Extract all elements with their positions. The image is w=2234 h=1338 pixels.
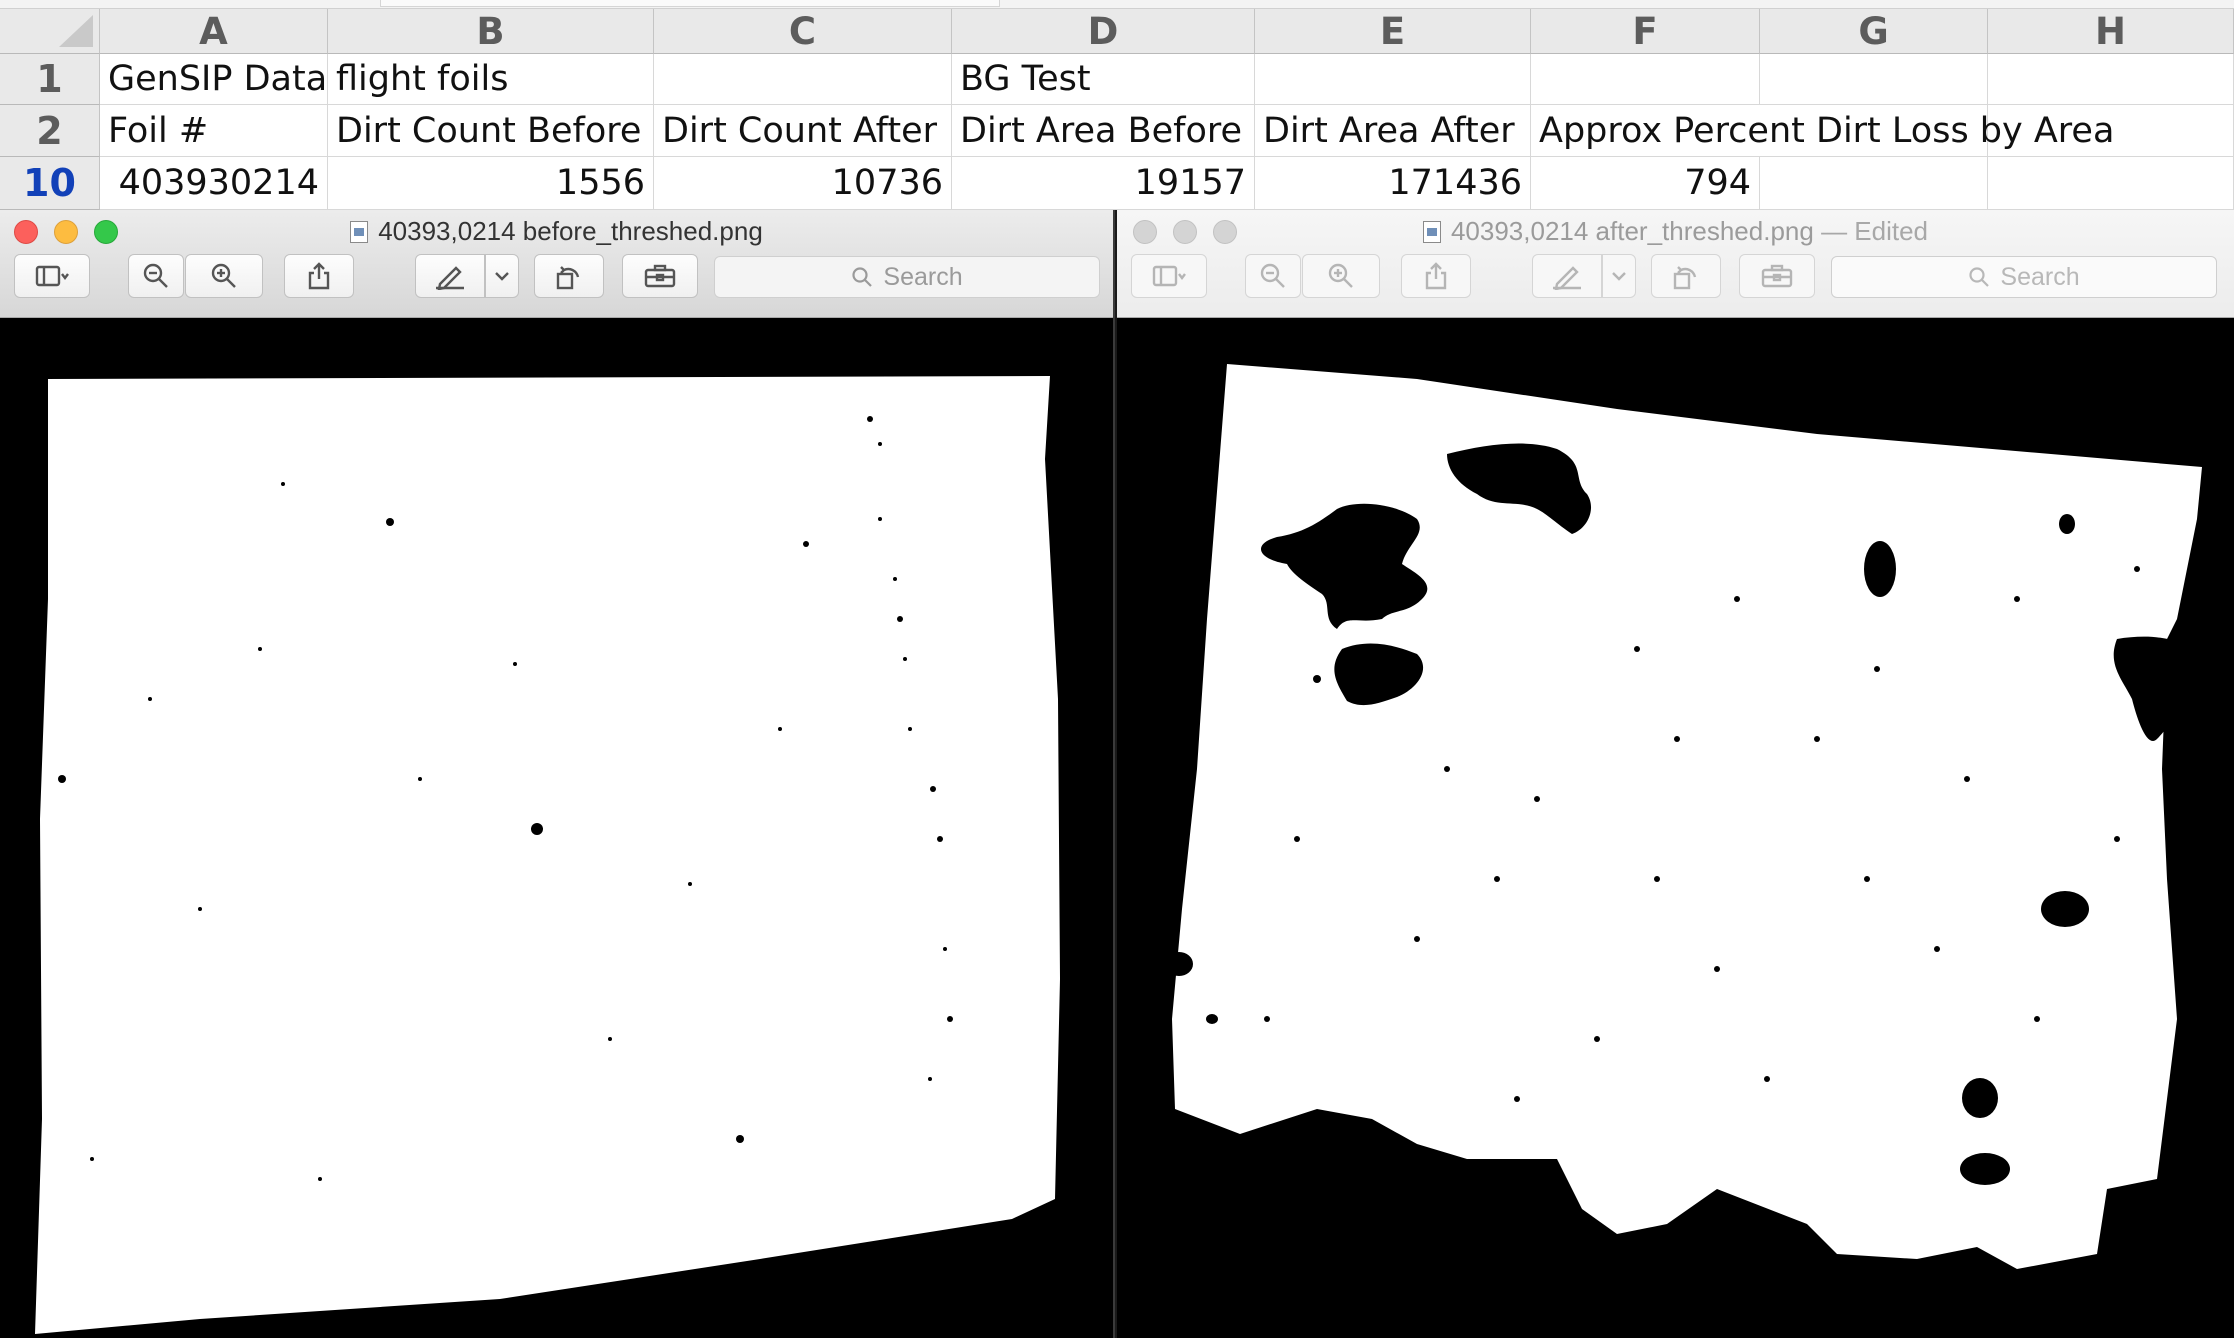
- cell-c10[interactable]: 10736: [654, 157, 952, 210]
- search-icon: [1969, 267, 1990, 287]
- cell-h1[interactable]: [1988, 54, 2234, 105]
- cell-a1[interactable]: GenSIP Data: [100, 54, 328, 105]
- share-icon: [308, 262, 330, 290]
- cell-e10[interactable]: 171436: [1255, 157, 1531, 210]
- image-canvas-after: [1117, 319, 2234, 1338]
- column-header-f[interactable]: F: [1531, 9, 1760, 54]
- window-titlebar[interactable]: 40393,0214 before_threshed.png Search: [0, 210, 1113, 318]
- spreadsheet: A B C D E F G H 1 GenSIP Data flight foi…: [0, 0, 2234, 210]
- window-title-text: 40393,0214 before_threshed.png: [378, 216, 763, 246]
- toolbox-icon: [1761, 264, 1793, 288]
- thresholded-foil-image-after: [1117, 319, 2234, 1338]
- zoom-out-button[interactable]: [1245, 254, 1301, 298]
- toolbox-button[interactable]: [622, 254, 698, 298]
- column-header-a[interactable]: A: [100, 9, 328, 54]
- search-field[interactable]: Search: [1831, 256, 2217, 298]
- rotate-button[interactable]: [1651, 254, 1721, 298]
- zoom-in-icon: [211, 263, 236, 288]
- row-header-10[interactable]: 10: [0, 157, 100, 210]
- chevron-down-icon: [495, 272, 509, 281]
- png-document-icon: [1422, 221, 1441, 243]
- search-placeholder: Search: [2000, 262, 2080, 291]
- window-titlebar[interactable]: 40393,0214 after_threshed.png — Edited S…: [1117, 210, 2234, 318]
- cell-c1[interactable]: [654, 54, 952, 105]
- markup-button[interactable]: [415, 254, 485, 298]
- search-placeholder: Search: [883, 262, 963, 291]
- chevron-down-icon: [1612, 272, 1626, 281]
- cell-g1[interactable]: [1760, 54, 1988, 105]
- search-icon: [852, 267, 873, 287]
- cell-d10[interactable]: 19157: [952, 157, 1255, 210]
- markup-pen-icon: [1553, 266, 1581, 290]
- cell-a10[interactable]: 403930214: [100, 157, 328, 210]
- search-field[interactable]: Search: [714, 256, 1100, 298]
- cell-a2[interactable]: Foil #: [100, 105, 328, 157]
- zoom-in-button[interactable]: [185, 254, 263, 298]
- markup-button[interactable]: [1532, 254, 1602, 298]
- share-icon: [1425, 262, 1447, 290]
- select-all-triangle-icon: [59, 15, 93, 47]
- column-header-d[interactable]: D: [952, 9, 1255, 54]
- thresholded-foil-image-before: [0, 319, 1113, 1338]
- sheet-top-strip: [0, 0, 2234, 9]
- cell-d1[interactable]: BG Test: [952, 54, 1255, 105]
- column-header-h[interactable]: H: [1988, 9, 2234, 54]
- cell-c2[interactable]: Dirt Count After: [654, 105, 952, 157]
- sidebar-toggle-button[interactable]: [14, 254, 90, 298]
- toolbox-button[interactable]: [1739, 254, 1815, 298]
- sidebar-toggle-button[interactable]: [1131, 254, 1207, 298]
- edited-indicator: — Edited: [1821, 216, 1929, 246]
- cell-b2[interactable]: Dirt Count Before: [328, 105, 654, 157]
- row-header-1[interactable]: 1: [0, 54, 100, 105]
- cell-d2[interactable]: Dirt Area Before: [952, 105, 1255, 157]
- zoom-out-icon: [143, 263, 168, 288]
- zoom-out-icon: [1260, 263, 1285, 288]
- sheet-tab-edge: [380, 0, 1000, 7]
- markup-menu-button[interactable]: [1602, 254, 1636, 298]
- row-header-2[interactable]: 2: [0, 105, 100, 157]
- preview-window-after: 40393,0214 after_threshed.png — Edited S…: [1117, 210, 2234, 1338]
- png-document-icon: [350, 221, 369, 243]
- cell-b1[interactable]: flight foils: [328, 54, 654, 105]
- cell-g10[interactable]: [1760, 157, 1988, 210]
- share-button[interactable]: [284, 254, 354, 298]
- column-header-e[interactable]: E: [1255, 9, 1531, 54]
- sidebar-icon: [1152, 265, 1186, 287]
- column-header-b[interactable]: B: [328, 9, 654, 54]
- share-button[interactable]: [1401, 254, 1471, 298]
- window-title: 40393,0214 after_threshed.png — Edited: [1117, 216, 2234, 247]
- cell-f1[interactable]: [1531, 54, 1760, 105]
- select-all-corner[interactable]: [0, 9, 100, 54]
- window-title: 40393,0214 before_threshed.png: [0, 216, 1113, 247]
- window-title-text: 40393,0214 after_threshed.png: [1450, 216, 1814, 246]
- column-header-c[interactable]: C: [654, 9, 952, 54]
- zoom-out-button[interactable]: [128, 254, 184, 298]
- rotate-button[interactable]: [534, 254, 604, 298]
- rotate-icon: [556, 266, 580, 290]
- sidebar-icon: [35, 265, 69, 287]
- cell-f2[interactable]: Approx Percent Dirt Loss by Area: [1531, 105, 2114, 157]
- column-header-g[interactable]: G: [1760, 9, 1988, 54]
- cell-e1[interactable]: [1255, 54, 1531, 105]
- markup-menu-button[interactable]: [485, 254, 519, 298]
- cell-b10[interactable]: 1556: [328, 157, 654, 210]
- cell-f10[interactable]: 794: [1531, 157, 1760, 210]
- zoom-in-icon: [1328, 263, 1353, 288]
- toolbox-icon: [644, 264, 676, 288]
- zoom-in-button[interactable]: [1302, 254, 1380, 298]
- cell-h10[interactable]: [1988, 157, 2234, 210]
- markup-pen-icon: [436, 266, 464, 290]
- image-canvas-before: [0, 319, 1113, 1338]
- preview-window-before: 40393,0214 before_threshed.png Search: [0, 210, 1115, 1338]
- rotate-icon: [1673, 266, 1697, 290]
- cell-e2[interactable]: Dirt Area After: [1255, 105, 1531, 157]
